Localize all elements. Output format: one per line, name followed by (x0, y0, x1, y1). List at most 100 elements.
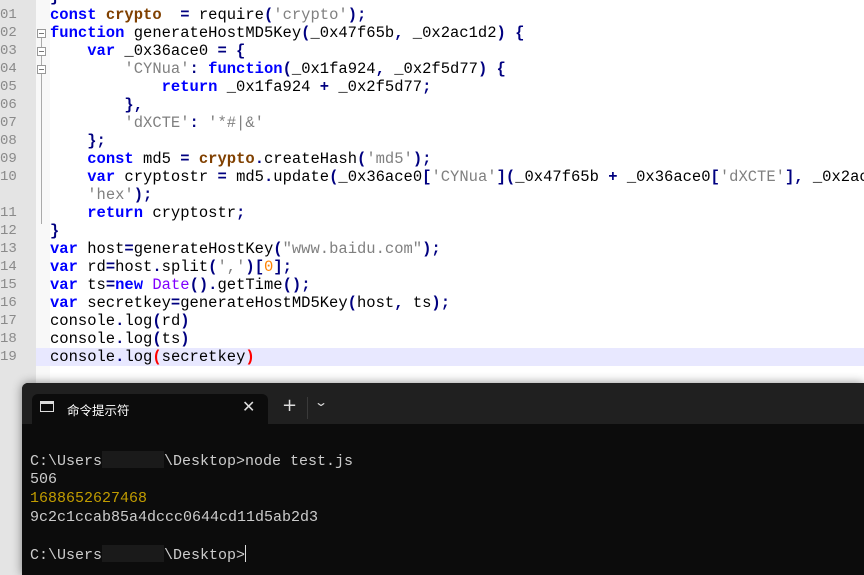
code-token: ); (422, 240, 441, 258)
code-token: . (263, 168, 274, 186)
code-line[interactable]: var cryptostr = md5.update(_0x36ace0['CY… (50, 168, 864, 186)
code-token: 'CYNua' (124, 60, 190, 78)
code-token: md5 (133, 150, 181, 168)
fold-toggle-icon[interactable] (37, 29, 46, 38)
code-token: new (115, 276, 144, 294)
code-token: 'crypto' (273, 6, 348, 24)
code-token: _0x2f5d77 (329, 78, 423, 96)
code-token: = (105, 258, 116, 276)
code-line[interactable]: function generateHostMD5Key(_0x47f65b, _… (50, 24, 864, 42)
text-cursor (245, 545, 247, 562)
line-number: 05 (0, 79, 17, 95)
code-token: _0x36ace0 (617, 168, 711, 186)
line-number: 13 (0, 241, 17, 257)
code-line[interactable]: 'hex'); (50, 186, 864, 204)
prompt-text: \Desktop> (164, 547, 246, 564)
terminal-window[interactable]: 命令提示符 ✕ + ⌄ C:\Users \Desktop>node test.j… (22, 383, 864, 575)
code-line[interactable]: }, (50, 96, 864, 114)
code-token: ( (152, 348, 162, 366)
code-line[interactable]: const crypto = require('crypto'); (50, 6, 864, 24)
code-token: ) (180, 312, 190, 330)
code-token: ]( (496, 168, 516, 186)
code-token: 0 (264, 258, 274, 276)
code-token: generateHostMD5Key (180, 294, 348, 312)
code-line[interactable]: 'CYNua': function(_0x1fa924, _0x2f5d77) … (50, 60, 864, 78)
code-token: ts (403, 294, 432, 312)
line-number: 14 (0, 259, 17, 275)
code-token: console (50, 330, 116, 348)
code-line[interactable]: var host=generateHostKey("www.baidu.com"… (50, 240, 864, 258)
code-token: }; (87, 132, 106, 150)
tab-command-prompt[interactable]: 命令提示符 ✕ (32, 394, 268, 424)
code-line[interactable]: return cryptostr; (50, 204, 864, 222)
code-token: generateHostKey (133, 240, 274, 258)
dropdown-chevron-icon[interactable]: ⌄ (314, 395, 328, 409)
code-token: var (50, 240, 78, 258)
code-token: var (87, 168, 116, 186)
code-token: (). (189, 276, 218, 294)
code-line[interactable]: var secretkey=generateHostMD5Key(host, t… (50, 294, 864, 312)
code-line[interactable]: 'dXCTE': '*#|&' (50, 114, 864, 132)
code-line[interactable]: }; (50, 132, 864, 150)
code-token: secretkey (161, 348, 246, 366)
code-line[interactable]: console.log(ts) (50, 330, 864, 348)
code-token: ) { (496, 24, 525, 42)
code-token: _0x2ac (803, 168, 864, 186)
output-secretkey: 9c2c1ccab85a4dccc0644cd11d5ab2d3 (30, 509, 319, 526)
code-line[interactable]: const md5 = crypto.createHash('md5'); (50, 150, 864, 168)
fold-toggle-icon[interactable] (37, 47, 46, 56)
line-number: 15 (0, 277, 17, 293)
code-token: "www.baidu.com" (282, 240, 423, 258)
code-token: log (124, 348, 153, 366)
code-token: = (170, 294, 181, 312)
code-token: 'dXCTE' (719, 168, 785, 186)
code-token: _0x36ace0 (115, 42, 218, 60)
code-token: generateHostMD5Key (124, 24, 302, 42)
code-token: , (394, 294, 404, 312)
code-token: : (189, 60, 209, 78)
code-token: . (152, 258, 162, 276)
code-line[interactable]: var _0x36ace0 = { (50, 42, 864, 60)
code-token: (); (282, 276, 311, 294)
code-token: var (50, 258, 78, 276)
output-ts: 1688652627468 (30, 490, 148, 507)
code-token: rd (161, 312, 181, 330)
code-line[interactable]: console.log(secretkey) (50, 348, 864, 366)
line-number: 17 (0, 313, 17, 329)
code-token: const (87, 150, 134, 168)
code-line[interactable]: } (50, 222, 864, 240)
code-token: function (208, 60, 283, 78)
line-number: 02 (0, 25, 17, 41)
code-line[interactable]: var rd=host.split(',')[0]; (50, 258, 864, 276)
code-token: var (50, 276, 78, 294)
close-tab-button[interactable]: ✕ (242, 397, 255, 416)
code-token: = (105, 276, 116, 294)
code-line[interactable]: return _0x1fa924 + _0x2f5d77; (50, 78, 864, 96)
code-token: _0x36ace0 (338, 168, 423, 186)
code-token: const (50, 6, 106, 24)
code-token: var (87, 42, 116, 60)
code-line[interactable]: var ts=new Date().getTime(); (50, 276, 864, 294)
code-token: ); (412, 150, 432, 168)
code-line[interactable]: console.log(rd) (50, 312, 864, 330)
line-number: 18 (0, 331, 17, 347)
code-token: cryptostr (115, 168, 218, 186)
new-tab-button[interactable]: + (282, 395, 297, 416)
code-token: = (180, 6, 190, 24)
terminal-icon (40, 401, 54, 412)
code-token: }, (124, 96, 144, 114)
fold-toggle-icon[interactable] (37, 65, 46, 74)
code-token: , (394, 24, 404, 42)
code-token: secretkey (77, 294, 171, 312)
command-text: \Desktop>node test.js (164, 453, 354, 470)
code-token: require (189, 6, 264, 24)
